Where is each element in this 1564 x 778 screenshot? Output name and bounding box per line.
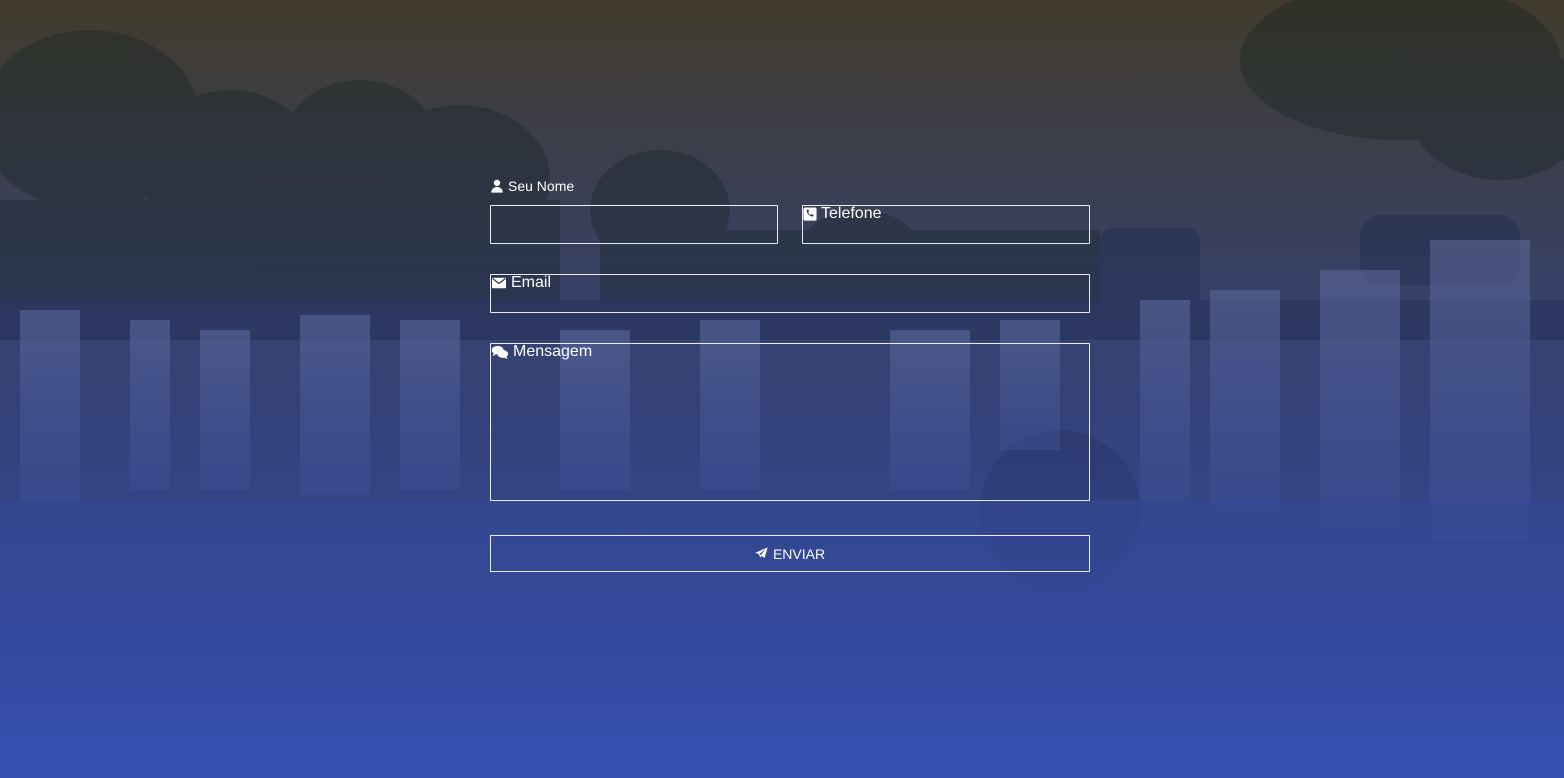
send-button[interactable]: ENVIAR: [490, 535, 1090, 572]
email-input[interactable]: [490, 274, 1090, 313]
phone-input[interactable]: [802, 205, 1090, 244]
name-input[interactable]: [490, 205, 778, 244]
paper-plane-icon: [755, 547, 768, 558]
message-textarea[interactable]: [490, 343, 1090, 501]
send-button-label: ENVIAR: [772, 545, 826, 562]
